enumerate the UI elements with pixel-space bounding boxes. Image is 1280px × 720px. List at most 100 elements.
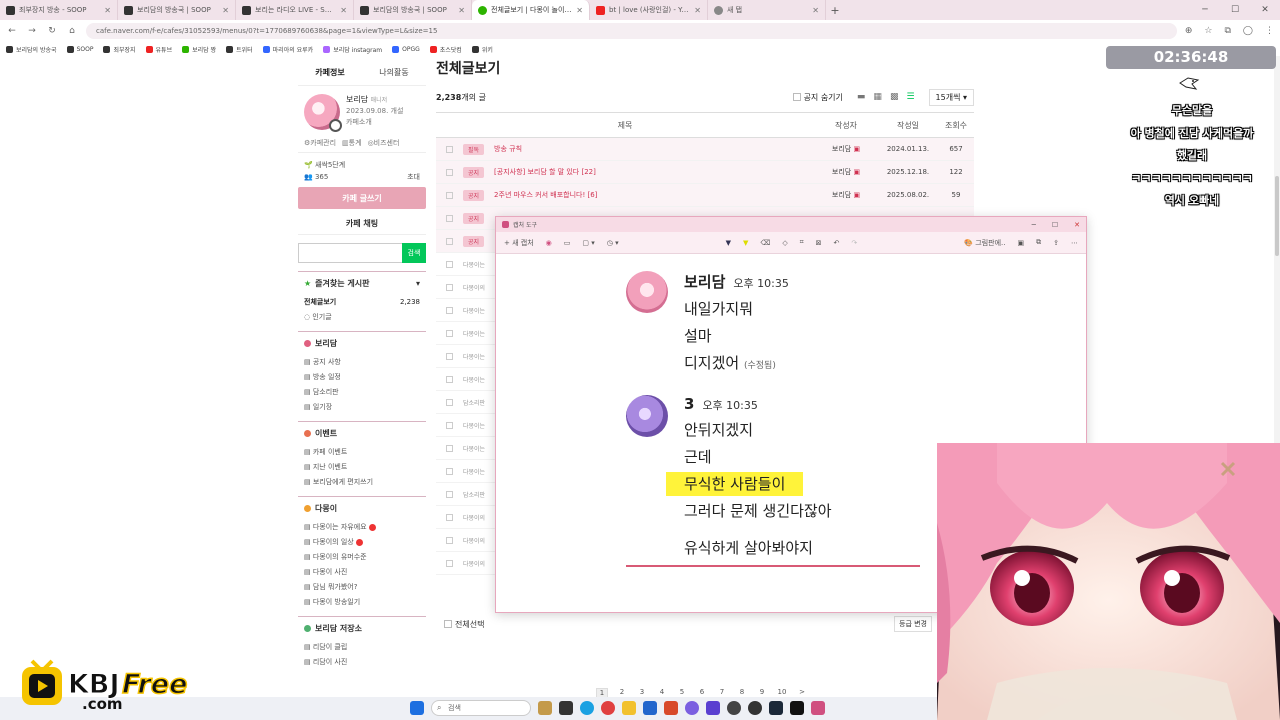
page-size-select[interactable]: 15개씩 ▾ bbox=[928, 88, 974, 106]
edit-in-paint-button[interactable]: 🎨 그림판에.. bbox=[964, 238, 1005, 248]
scrollbar-thumb[interactable] bbox=[1275, 176, 1279, 256]
bookmark-star-icon[interactable]: ☆ bbox=[1204, 26, 1212, 36]
video-mode-icon[interactable]: ▭ bbox=[564, 239, 571, 247]
checkbox-icon[interactable] bbox=[446, 536, 453, 544]
reload-icon[interactable]: ↻ bbox=[46, 26, 58, 36]
sidebar-item-popular[interactable]: ◌ 인기글 bbox=[298, 310, 426, 325]
file-explorer-icon[interactable] bbox=[622, 701, 636, 715]
sidebar-item[interactable]: ▤ 지난 이벤트 bbox=[298, 460, 426, 475]
fav-boards-header[interactable]: ★ 즐겨찾는 게시판 ▾ bbox=[298, 271, 426, 295]
tab-cafe-info[interactable]: 카페정보 bbox=[315, 67, 344, 78]
bizcenter-link[interactable]: ◎비즈센터 bbox=[368, 138, 400, 148]
app-icon[interactable] bbox=[643, 701, 657, 715]
app-icon[interactable] bbox=[790, 701, 804, 715]
sidebar-item[interactable]: ▤ 보리담에게 편지쓰기 bbox=[298, 475, 426, 490]
post-title-link[interactable]: [공지사항] 보리담 할 말 있다 [22] bbox=[494, 167, 596, 177]
obs-icon[interactable] bbox=[727, 701, 741, 715]
widgets-icon[interactable] bbox=[559, 701, 573, 715]
back-icon[interactable]: ← bbox=[6, 26, 18, 36]
post-title-link[interactable]: 2주년 마우스 커서 배포합니다! [6] bbox=[494, 190, 597, 200]
shape-select-icon[interactable]: ▢ ▾ bbox=[582, 239, 594, 247]
checkbox-icon[interactable] bbox=[446, 559, 453, 567]
checkbox-icon[interactable] bbox=[446, 513, 453, 521]
bookmark-item[interactable]: 죄부장지 bbox=[103, 45, 136, 54]
steam-icon[interactable] bbox=[769, 701, 783, 715]
bookmark-item[interactable]: SOOP bbox=[66, 45, 93, 53]
cafe-search-input[interactable] bbox=[298, 243, 402, 263]
sidebar-item[interactable]: ▤ 다몽이의 일상 bbox=[298, 535, 426, 550]
minimize-icon[interactable]: ─ bbox=[1190, 0, 1220, 20]
bookmark-item[interactable]: 위키 bbox=[471, 45, 493, 54]
copy-icon[interactable]: ⧉ bbox=[1036, 238, 1041, 247]
checkbox-icon[interactable] bbox=[446, 329, 453, 337]
browser-tab-active[interactable]: 전체글보기 | 다몽이 놀이터 : 네✕ bbox=[472, 0, 590, 20]
taskbar-search-input[interactable]: 검색 bbox=[431, 700, 531, 716]
sidebar-item[interactable]: ▤ 담님 뭐가봤어? bbox=[298, 580, 426, 595]
app-icon[interactable] bbox=[706, 701, 720, 715]
cafe-intro-link[interactable]: 카페소개 bbox=[346, 117, 403, 128]
share-icon[interactable]: ⇪ bbox=[1053, 239, 1059, 247]
checkbox-icon[interactable] bbox=[446, 375, 453, 383]
table-row[interactable]: 필독 방송 규칙 보리담 ▣ 2024.01.13. 657 bbox=[436, 138, 974, 161]
extensions-icon[interactable]: ⧉ bbox=[1224, 26, 1230, 36]
close-icon[interactable]: ✕ bbox=[812, 6, 819, 15]
close-icon[interactable]: ✕ bbox=[340, 6, 347, 15]
bookmark-item[interactable]: 보리담의 방송국 bbox=[6, 45, 57, 54]
bookmark-item[interactable]: 초스닷컴 bbox=[429, 45, 462, 54]
view-text-icon[interactable]: ☰ bbox=[906, 92, 914, 102]
maximize-icon[interactable]: ☐ bbox=[1220, 0, 1250, 20]
app-icon[interactable] bbox=[748, 701, 762, 715]
sidebar-item-all-posts[interactable]: 전체글보기 2,238 bbox=[298, 295, 426, 310]
checkbox-icon[interactable] bbox=[446, 444, 453, 452]
pen-icon[interactable]: ▼ bbox=[726, 239, 731, 247]
tab-my-activity[interactable]: 나의활동 bbox=[379, 67, 408, 78]
bookmark-item[interactable]: 유튜브 bbox=[145, 45, 172, 54]
browser-tab[interactable]: bt | love (사랑인걸) - YouTube✕ bbox=[590, 0, 708, 20]
cafe-search-button[interactable]: 검색 bbox=[402, 243, 426, 263]
url-input[interactable]: cafe.naver.com/f-e/cafes/31052593/menus/… bbox=[86, 23, 1177, 39]
snipping-tool-icon[interactable] bbox=[811, 701, 825, 715]
task-view-icon[interactable] bbox=[538, 701, 552, 715]
bookmark-item[interactable]: 트위터 bbox=[226, 45, 253, 54]
table-row[interactable]: 공지 [공지사항] 보리담 할 말 있다 [22] 보리담 ▣ 2025.12.1… bbox=[436, 161, 974, 184]
windows-start-icon[interactable] bbox=[410, 701, 424, 715]
shapes-icon[interactable]: ◇ bbox=[782, 239, 787, 247]
crop-icon[interactable]: ⌗ bbox=[800, 238, 804, 247]
close-icon[interactable]: ✕ bbox=[576, 6, 583, 15]
more-icon[interactable]: ⋯ bbox=[1071, 239, 1078, 247]
browser-tab[interactable]: 보리담의 방송국 | SOOP ✕ bbox=[118, 0, 236, 20]
sidebar-item[interactable]: ▤ 다몽이 방송일기 bbox=[298, 595, 426, 610]
sidebar-item[interactable]: ▤ 공지 사항 bbox=[298, 355, 426, 370]
timer-icon[interactable]: ◷ ▾ bbox=[607, 239, 619, 247]
sidebar-item[interactable]: ▤ 리담이 사진 bbox=[298, 655, 426, 670]
browser-tab[interactable]: 보리는 라디오 LIVE - SOOP ✕ bbox=[236, 0, 354, 20]
checkbox-icon[interactable] bbox=[446, 168, 453, 176]
checkbox-icon[interactable] bbox=[446, 191, 453, 199]
browser-tab[interactable]: 새 탭 ✕ bbox=[708, 0, 826, 20]
profile-icon[interactable]: ◯ bbox=[1243, 26, 1253, 36]
sidebar-item[interactable]: ▤ 담소리판 bbox=[298, 385, 426, 400]
zoom-icon[interactable]: ⊕ bbox=[1185, 26, 1193, 36]
screenshot-mode-icon[interactable]: ◉ bbox=[546, 239, 552, 247]
stats-link[interactable]: ▥통계 bbox=[342, 138, 362, 148]
sidebar-item[interactable]: ▤ 다몽이는 자유에요 bbox=[298, 520, 426, 535]
checkbox-icon[interactable] bbox=[446, 214, 453, 222]
text-actions-icon[interactable]: ⊠ bbox=[816, 239, 822, 247]
edge-icon[interactable] bbox=[580, 701, 594, 715]
view-card-icon[interactable]: ▦ bbox=[873, 92, 882, 102]
post-title-link[interactable]: 방송 규칙 bbox=[494, 144, 522, 154]
forward-icon[interactable]: → bbox=[26, 26, 38, 36]
browser-tab[interactable]: 보리담의 방송국 | SOOP ✕ bbox=[354, 0, 472, 20]
app-icon[interactable] bbox=[664, 701, 678, 715]
save-icon[interactable]: ▣ bbox=[1018, 239, 1025, 247]
checkbox-icon[interactable] bbox=[446, 352, 453, 360]
maximize-icon[interactable]: ☐ bbox=[1052, 221, 1058, 229]
checkbox-icon[interactable] bbox=[446, 421, 453, 429]
close-icon[interactable]: ✕ bbox=[458, 6, 465, 15]
sidebar-item[interactable]: ▤ 다몽이의 유머수준 bbox=[298, 550, 426, 565]
select-all-checkbox[interactable]: 전체선택 bbox=[444, 619, 484, 630]
invite-link[interactable]: 초대 bbox=[407, 171, 420, 183]
close-icon[interactable]: ✕ bbox=[694, 6, 701, 15]
browser-tab[interactable]: 죄부장지 방송 - SOOP ✕ bbox=[0, 0, 118, 20]
checkbox-icon[interactable] bbox=[446, 398, 453, 406]
